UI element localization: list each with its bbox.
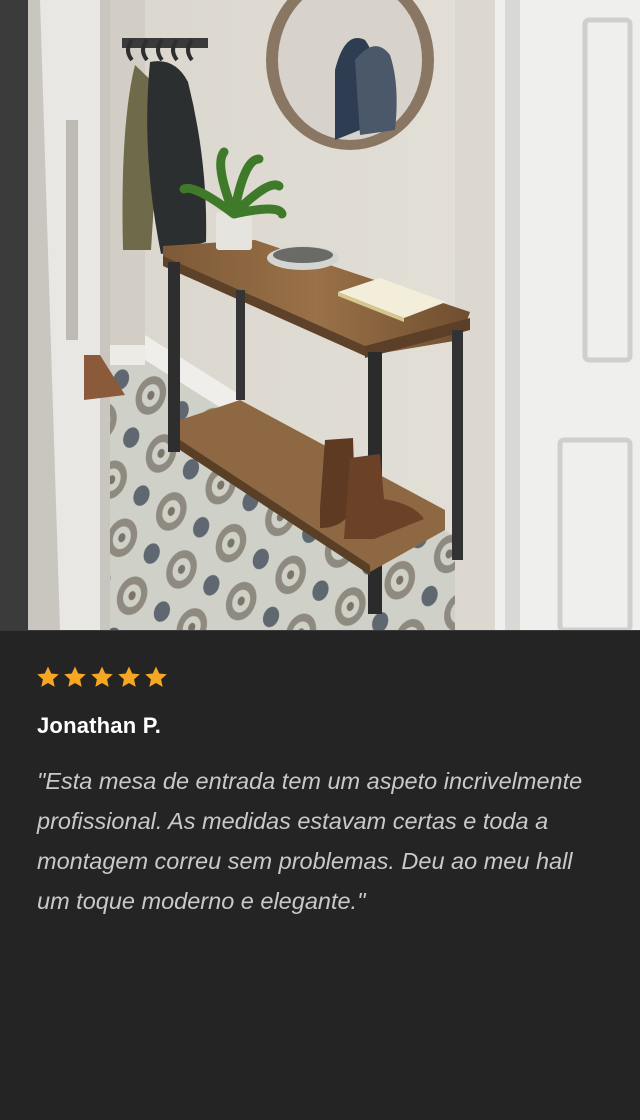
star-icon — [64, 666, 86, 687]
review-card: Jonathan P. "Esta mesa de entrada tem um… — [0, 0, 640, 1120]
review-text: "Esta mesa de entrada tem um aspeto incr… — [37, 768, 583, 914]
star-rating — [36, 665, 168, 689]
star-icon — [145, 666, 167, 687]
star-icon — [37, 666, 59, 687]
star-icon — [91, 666, 113, 687]
review-panel: Jonathan P. "Esta mesa de entrada tem um… — [0, 630, 640, 1120]
star-icon — [118, 666, 140, 687]
reviewer-name: Jonathan P. — [37, 713, 162, 738]
product-photo — [0, 0, 640, 630]
